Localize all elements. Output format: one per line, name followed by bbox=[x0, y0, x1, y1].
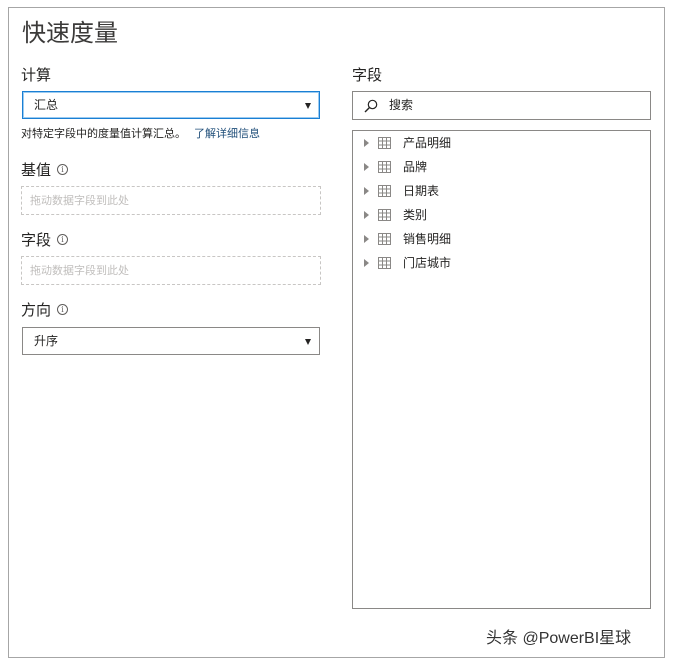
calc-description-text: 对特定字段中的度量值计算汇总。 bbox=[21, 127, 186, 140]
direction-select[interactable]: 升序 bbox=[22, 327, 320, 355]
fields-panel-label-text: 字段 bbox=[352, 66, 383, 84]
field-table-label: 门店城市 bbox=[403, 256, 452, 270]
direction-label-text: 方向 bbox=[21, 301, 52, 319]
info-icon[interactable]: i bbox=[57, 164, 69, 175]
table-icon bbox=[378, 257, 391, 269]
field-table-label: 品牌 bbox=[403, 160, 428, 174]
field-table-label: 日期表 bbox=[403, 184, 440, 198]
fields-panel-label: 字段 bbox=[352, 64, 382, 85]
table-icon bbox=[378, 161, 391, 173]
base-dropzone[interactable]: 拖动数据字段到此处 bbox=[21, 186, 321, 215]
direction-label: 方向 i bbox=[21, 299, 69, 320]
chevron-down-icon bbox=[305, 339, 311, 345]
expand-arrow-icon[interactable] bbox=[364, 187, 369, 195]
calc-label: 计算 bbox=[21, 64, 51, 85]
calc-description: 对特定字段中的度量值计算汇总。 了解详细信息 bbox=[21, 125, 260, 141]
search-icon bbox=[364, 99, 378, 113]
calc-label-text: 计算 bbox=[21, 66, 52, 84]
expand-arrow-icon[interactable] bbox=[364, 235, 369, 243]
base-label-text: 基值 bbox=[21, 161, 52, 179]
field-table-label: 销售明细 bbox=[403, 232, 452, 246]
field-table-item[interactable]: 门店城市 bbox=[353, 253, 643, 273]
field-table-label: 产品明细 bbox=[403, 136, 452, 150]
expand-arrow-icon[interactable] bbox=[364, 259, 369, 267]
table-icon bbox=[378, 185, 391, 197]
field-table-item[interactable]: 销售明细 bbox=[353, 229, 643, 249]
expand-arrow-icon[interactable] bbox=[364, 211, 369, 219]
calc-select[interactable]: 汇总 bbox=[22, 91, 320, 119]
field-dropzone[interactable]: 拖动数据字段到此处 bbox=[21, 256, 321, 285]
fields-search-input[interactable]: 搜索 bbox=[352, 91, 651, 120]
search-placeholder: 搜索 bbox=[389, 98, 414, 112]
field-table-label: 类别 bbox=[403, 208, 428, 222]
field-table-item[interactable]: 品牌 bbox=[353, 157, 643, 177]
field-table-item[interactable]: 产品明细 bbox=[353, 133, 643, 153]
watermark-text: 头条 @PowerBI星球 bbox=[486, 630, 632, 647]
chevron-down-icon bbox=[305, 103, 311, 109]
table-icon bbox=[378, 233, 391, 245]
table-icon bbox=[378, 137, 391, 149]
info-icon[interactable]: i bbox=[57, 234, 69, 245]
calc-selected-value: 汇总 bbox=[34, 98, 59, 112]
expand-arrow-icon[interactable] bbox=[364, 163, 369, 171]
fields-list: 产品明细 品牌 日期表 类别 销售明细 门店城市 bbox=[352, 130, 651, 609]
quick-measure-dialog: 快速度量 计算 汇总 对特定字段中的度量值计算汇总。 了解详细信息 基值 i 拖动… bbox=[8, 7, 665, 658]
direction-selected-value: 升序 bbox=[34, 334, 59, 348]
field-table-item[interactable]: 类别 bbox=[353, 205, 643, 225]
base-label: 基值 i bbox=[21, 159, 69, 180]
expand-arrow-icon[interactable] bbox=[364, 139, 369, 147]
field-table-item[interactable]: 日期表 bbox=[353, 181, 643, 201]
info-icon[interactable]: i bbox=[57, 304, 69, 315]
dialog-title: 快速度量 bbox=[22, 19, 118, 47]
table-icon bbox=[378, 209, 391, 221]
field-label-text: 字段 bbox=[21, 231, 52, 249]
field-label: 字段 i bbox=[21, 229, 69, 250]
learn-more-link[interactable]: 了解详细信息 bbox=[194, 127, 260, 140]
